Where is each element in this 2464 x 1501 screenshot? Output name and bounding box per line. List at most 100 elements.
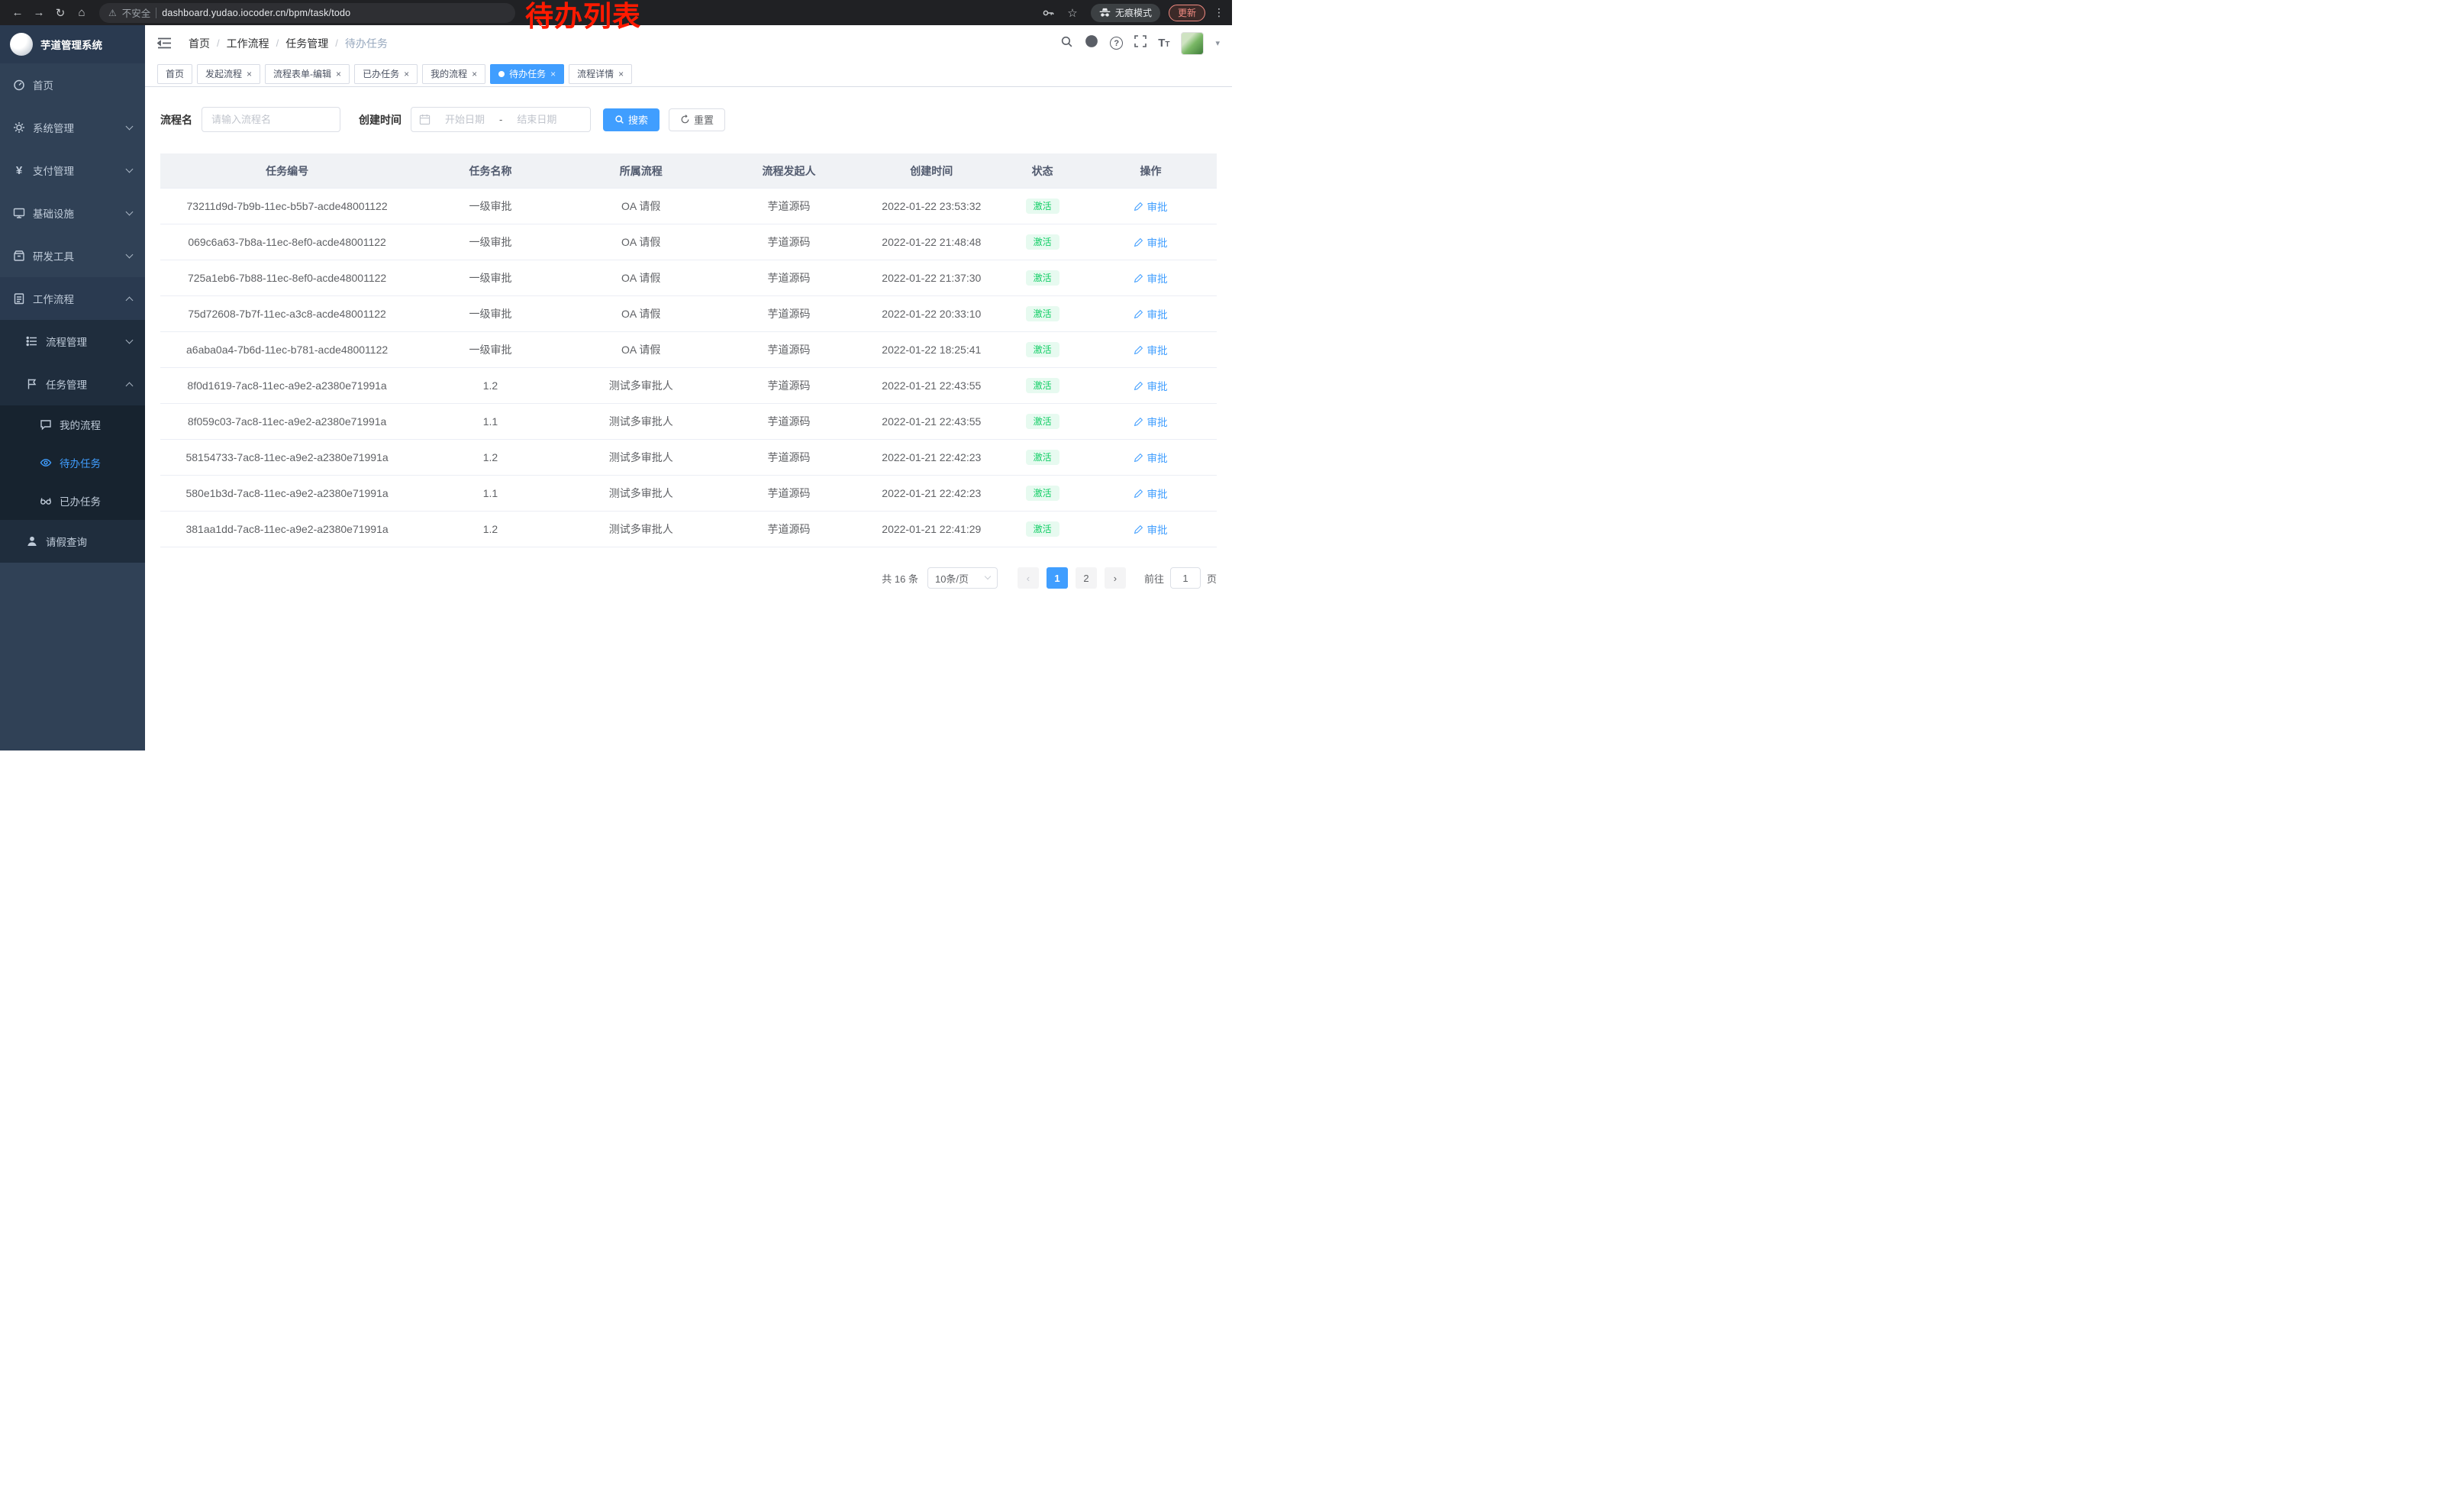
tab[interactable]: 流程详情 × <box>569 64 632 84</box>
key-icon[interactable] <box>1042 7 1054 19</box>
fullscreen-icon[interactable] <box>1134 35 1147 51</box>
sidebar-item-process-mgmt[interactable]: 流程管理 <box>0 320 145 363</box>
sidebar-item-system[interactable]: 系统管理 <box>0 106 145 149</box>
sidebar-item-label: 研发工具 <box>33 248 74 263</box>
font-size-icon[interactable]: TT <box>1158 37 1169 49</box>
sidebar-item-done-task[interactable]: 已办任务 <box>0 482 145 520</box>
reload-icon[interactable]: ↻ <box>50 3 70 23</box>
date-range-picker[interactable]: - <box>411 107 591 132</box>
sidebar-item-label: 待办任务 <box>60 455 101 470</box>
breadcrumb-item-workflow[interactable]: 工作流程 <box>227 36 269 51</box>
security-warning-icon: ⚠ <box>108 8 117 18</box>
search-icon <box>614 115 624 124</box>
sidebar-item-label: 请假查询 <box>46 534 87 549</box>
cell-status: 激活 <box>1000 414 1085 429</box>
goto-page-input[interactable] <box>1170 567 1201 589</box>
workflow-icon <box>13 292 25 305</box>
table-row: 8f0d1619-7ac8-11ec-a9e2-a2380e71991a 1.2… <box>160 368 1217 404</box>
search-icon[interactable] <box>1060 35 1073 52</box>
sidebar-item-task-mgmt[interactable]: 任务管理 <box>0 363 145 405</box>
avatar-caret-icon[interactable]: ▾ <box>1215 38 1220 48</box>
approve-label: 审批 <box>1147 486 1167 501</box>
approve-button[interactable]: 审批 <box>1134 414 1167 429</box>
sidebar-item-infra[interactable]: 基础设施 <box>0 192 145 234</box>
address-bar[interactable]: ⚠ 不安全 dashboard.yudao.iocoder.cn/bpm/tas… <box>99 3 515 23</box>
cell-task-name: 一级审批 <box>414 234 567 250</box>
edit-icon <box>1134 309 1143 319</box>
sidebar-item-my-process[interactable]: 我的流程 <box>0 405 145 444</box>
total-count: 共 16 条 <box>882 571 918 586</box>
home-icon[interactable]: ⌂ <box>72 3 92 23</box>
edit-icon <box>1134 417 1143 427</box>
sidebar-item-todo-task[interactable]: 待办任务 <box>0 444 145 482</box>
update-button[interactable]: 更新 <box>1169 5 1205 21</box>
approve-button[interactable]: 审批 <box>1134 270 1167 286</box>
update-label: 更新 <box>1178 6 1196 19</box>
collapse-sidebar-icon[interactable] <box>157 37 172 50</box>
tab[interactable]: 已办任务 × <box>354 64 418 84</box>
next-page-button[interactable]: › <box>1105 567 1126 589</box>
approve-button[interactable]: 审批 <box>1134 199 1167 214</box>
sidebar-item-workflow[interactable]: 工作流程 <box>0 277 145 320</box>
tab-close-icon[interactable]: × <box>336 69 341 79</box>
tab[interactable]: 待办任务 × <box>490 64 564 84</box>
flag-icon <box>26 378 38 390</box>
header-actions: ? TT ▾ <box>1060 32 1220 55</box>
goto-unit-label: 页 <box>1207 571 1217 586</box>
breadcrumb-item-task-mgmt[interactable]: 任务管理 <box>285 36 328 51</box>
bookmark-star-icon[interactable]: ☆ <box>1063 3 1082 23</box>
approve-button[interactable]: 审批 <box>1134 378 1167 393</box>
create-time-label: 创建时间 <box>359 112 402 128</box>
search-button[interactable]: 搜索 <box>603 108 660 131</box>
cell-status: 激活 <box>1000 342 1085 357</box>
breadcrumb-item-home[interactable]: 首页 <box>189 36 210 51</box>
breadcrumb-separator: / <box>276 37 279 49</box>
approve-button[interactable]: 审批 <box>1134 486 1167 501</box>
github-icon[interactable] <box>1085 34 1098 52</box>
start-date-input[interactable] <box>434 114 496 125</box>
cell-initiator: 芋道源码 <box>715 486 863 501</box>
tab-label: 已办任务 <box>363 67 399 80</box>
reset-button[interactable]: 重置 <box>669 108 725 131</box>
tab[interactable]: 我的流程 × <box>422 64 485 84</box>
cell-task-name: 一级审批 <box>414 306 567 321</box>
tab-close-icon[interactable]: × <box>404 69 409 79</box>
app-logo[interactable]: 芋道管理系统 <box>0 25 145 63</box>
tab[interactable]: 发起流程 × <box>197 64 260 84</box>
browser-menu-icon[interactable]: ⋮ <box>1214 6 1224 19</box>
sidebar-item-label: 系统管理 <box>33 120 74 135</box>
tab-active-dot <box>498 71 505 77</box>
forward-icon[interactable]: → <box>29 3 49 23</box>
approve-button[interactable]: 审批 <box>1134 342 1167 357</box>
tab-close-icon[interactable]: × <box>247 69 252 79</box>
cell-task-id: 725a1eb6-7b88-11ec-8ef0-acde48001122 <box>160 272 414 284</box>
help-icon[interactable]: ? <box>1110 37 1123 50</box>
page-button-1[interactable]: 1 <box>1047 567 1068 589</box>
tab[interactable]: 首页 <box>157 64 192 84</box>
approve-button[interactable]: 审批 <box>1134 234 1167 250</box>
cell-task-id: 381aa1dd-7ac8-11ec-a9e2-a2380e71991a <box>160 523 414 535</box>
glasses-icon <box>40 495 52 507</box>
approve-button[interactable]: 审批 <box>1134 450 1167 465</box>
cell-task-id: 75d72608-7b7f-11ec-a3c8-acde48001122 <box>160 308 414 320</box>
process-name-input[interactable] <box>202 107 340 132</box>
table-row: a6aba0a4-7b6d-11ec-b781-acde48001122 一级审… <box>160 332 1217 368</box>
approve-button[interactable]: 审批 <box>1134 306 1167 321</box>
sidebar-item-devtools[interactable]: 研发工具 <box>0 234 145 277</box>
sidebar-item-payment[interactable]: ¥ 支付管理 <box>0 149 145 192</box>
calendar-icon <box>419 114 431 125</box>
sidebar-item-home[interactable]: 首页 <box>0 63 145 106</box>
page-size-select[interactable]: 10条/页 <box>927 567 998 589</box>
tab-close-icon[interactable]: × <box>550 69 556 79</box>
tab[interactable]: 流程表单-编辑 × <box>265 64 350 84</box>
page-button-2[interactable]: 2 <box>1076 567 1097 589</box>
cell-status: 激活 <box>1000 306 1085 321</box>
back-icon[interactable]: ← <box>8 3 27 23</box>
tab-close-icon[interactable]: × <box>618 69 624 79</box>
tab-close-icon[interactable]: × <box>472 69 477 79</box>
user-avatar[interactable] <box>1181 32 1204 55</box>
end-date-input[interactable] <box>505 114 568 125</box>
sidebar-item-leave-query[interactable]: 请假查询 <box>0 520 145 563</box>
prev-page-button[interactable]: ‹ <box>1018 567 1039 589</box>
approve-button[interactable]: 审批 <box>1134 521 1167 537</box>
